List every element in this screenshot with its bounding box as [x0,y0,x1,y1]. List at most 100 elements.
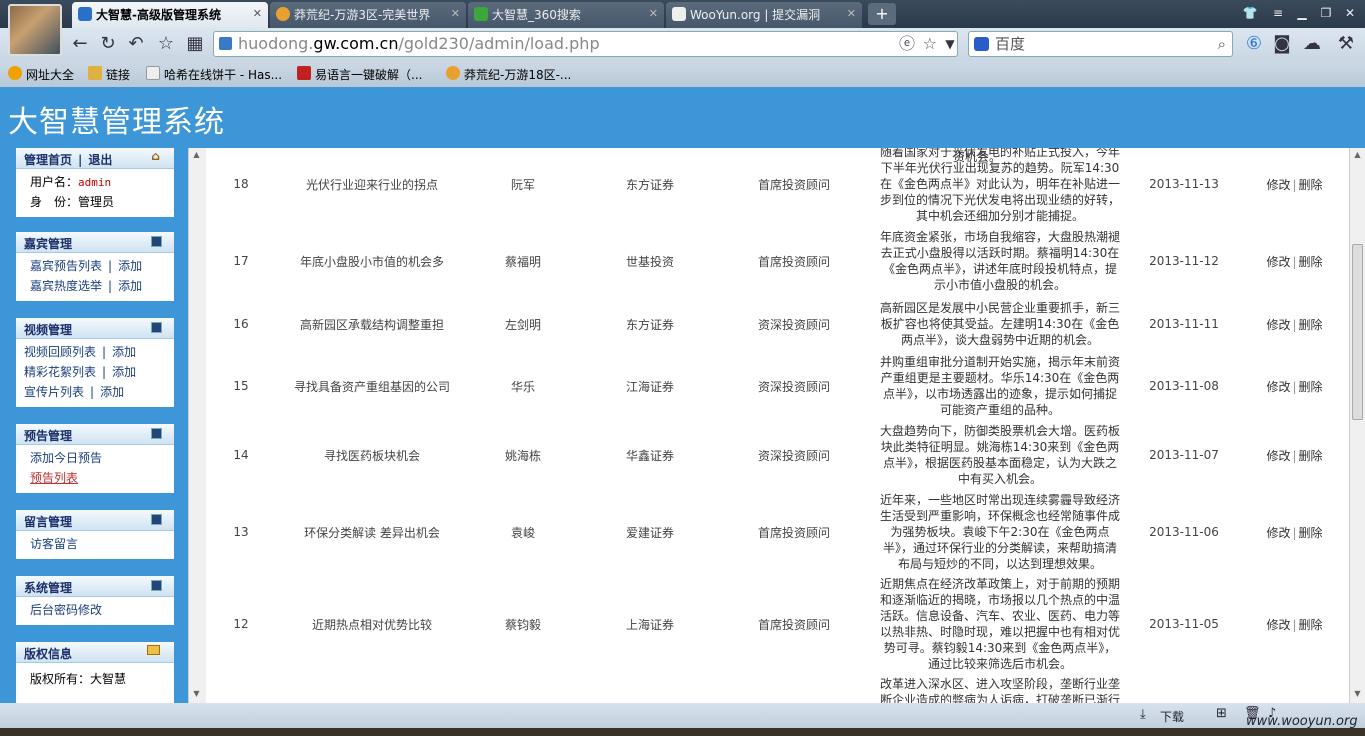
highlights-link[interactable]: 精彩花絮列表 [24,365,96,379]
scroll-thumb[interactable] [1352,244,1363,420]
url-domain: gw.com.cn [313,34,399,53]
edit-link[interactable]: 修改 [1266,318,1290,332]
bookmark-item[interactable]: 莽荒纪-万游18区-... [446,66,571,83]
close-icon[interactable]: ✕ [451,7,460,20]
user-avatar[interactable] [8,4,62,56]
back-icon[interactable]: ← [68,32,92,56]
new-tab-button[interactable]: + [868,3,896,25]
tab-admin[interactable]: 大智慧-高级版管理系统 ✕ [72,2,268,28]
row-date: 2013-11-04 [1128,674,1240,703]
refresh-icon[interactable]: ↻ [96,32,120,56]
system-panel: 系统管理 后台密码修改 [16,576,174,625]
add-preview-link[interactable]: 添加今日预告 [30,451,102,465]
home-link[interactable]: 管理首页 [24,153,72,167]
delete-link[interactable]: 删除 [1299,449,1323,463]
scroll-down-icon[interactable]: ▼ [191,689,202,701]
sidebar-item-password: 后台密码修改 [16,600,174,620]
apps-grid-icon[interactable]: ▦ [183,32,207,56]
tab-game[interactable]: 莽荒纪-万游3区-完美世界 ✕ [270,2,466,28]
tab-title: 大智慧_360搜索 [492,8,581,22]
tab-search[interactable]: 大智慧_360搜索 ✕ [468,2,664,28]
delete-link[interactable]: 删除 [1299,318,1323,332]
chevron-down-icon[interactable]: ▼ [938,32,962,56]
add-link[interactable]: 添加 [118,259,142,273]
panel-title: 嘉宾管理 [16,232,174,253]
row-description: 随着国家对于光伏发电的补贴正式投入，今年下半年光伏行业出现复苏的趋势。阮军14:… [880,148,1121,223]
close-icon[interactable]: ✕ [253,7,262,20]
shirt-icon[interactable]: 👕 [1238,3,1262,23]
row-actions: 修改|删除 [1266,379,1323,394]
sidebar-item-guest-list: 嘉宾预告列表 | 添加 [30,259,143,273]
camera-icon[interactable]: ◙ [1270,32,1294,56]
scroll-down-icon[interactable]: ▼ [1352,689,1363,701]
address-bar[interactable]: huodong.gw.com.cn/gold230/admin/load.php… [213,31,958,57]
ie-mode-icon[interactable]: ⓔ [899,32,915,56]
video-panel: 视频管理 视频回顾列表 | 添加 精彩花絮列表 | 添加 宣传片列表 | 添加 [16,318,174,407]
bookmark-item[interactable]: 哈希在线饼干 - Has... [146,66,282,83]
plus-icon [8,66,22,80]
page-title: 大智慧管理系统 [0,87,1365,148]
delete-link[interactable]: 删除 [1299,526,1323,540]
delete-link[interactable]: 删除 [1299,618,1323,632]
os-taskbar [0,728,1365,736]
cloud-icon[interactable]: ☁ [1300,32,1324,56]
close-icon[interactable]: ✕ [649,7,658,20]
sidebar-scrollbar[interactable]: ▲ ▼ [188,148,206,703]
close-icon[interactable]: ✕ [847,7,856,20]
tab-wooyun[interactable]: WooYun.org | 提交漏洞 ✕ [666,2,862,28]
edit-link[interactable]: 修改 [1266,449,1290,463]
safety-icon[interactable]: ⑥ [1242,32,1266,56]
download-label[interactable]: 下载 [1160,708,1184,725]
visitor-messages-link[interactable]: 访客留言 [30,537,78,551]
guest-vote-link[interactable]: 嘉宾热度选举 [30,279,102,293]
tools-icon[interactable]: ⚒ [1334,32,1358,56]
browser-navbar: ← ↻ ↶ ☆ ▦ huodong.gw.com.cn/gold230/admi… [0,28,1365,61]
row-guest: 姚海栋 [504,448,541,463]
delete-link[interactable]: 删除 [1299,255,1323,269]
edit-link[interactable]: 修改 [1266,526,1290,540]
change-password-link[interactable]: 后台密码修改 [30,603,102,617]
bookmark-item[interactable]: 易语言一键破解（... [297,66,422,83]
menu-icon[interactable]: ≡ [1266,3,1290,23]
row-date: 2013-11-07 [1149,448,1219,462]
close-window-icon[interactable]: ✕ [1338,3,1362,23]
row-guest: 蔡福明 [504,254,541,269]
scroll-up-icon[interactable]: ▲ [191,150,202,162]
download-icon[interactable]: ⤓ [1140,707,1146,722]
edit-link[interactable]: 修改 [1266,618,1290,632]
search-input[interactable]: 百度 ⌕ [968,31,1233,57]
add-link[interactable]: 添加 [118,279,142,293]
row-company: 世基投资 [625,254,674,269]
content-scrollbar[interactable]: ▲ ▼ [1349,148,1365,703]
maximize-icon[interactable]: ❐ [1314,3,1338,23]
favorite-icon[interactable]: ☆ [923,32,937,56]
star-icon[interactable]: ☆ [154,32,178,56]
separator: | [78,153,83,167]
home-panel: 管理首页 | 退出 ⌂ 用户名：admin 身 份：管理员 [16,148,174,217]
guest-preview-link[interactable]: 嘉宾预告列表 [30,259,102,273]
preview-list-link[interactable]: 预告列表 [30,471,78,485]
edit-link[interactable]: 修改 [1266,255,1290,269]
row-actions: 修改|删除 [1266,525,1323,540]
web-page: 大智慧管理系统 管理首页 | 退出 ⌂ 用户名：admin 身 份：管理员 嘉宾管理… [0,87,1365,703]
promo-link[interactable]: 宣传片列表 [24,385,84,399]
delete-link[interactable]: 删除 [1299,178,1323,192]
search-icon[interactable]: ⌕ [1218,32,1226,56]
edit-link[interactable]: 修改 [1266,380,1290,394]
add-link[interactable]: 添加 [100,385,124,399]
scroll-up-icon[interactable]: ▲ [1352,150,1363,162]
video-review-link[interactable]: 视频回顾列表 [24,345,96,359]
undo-icon[interactable]: ↶ [124,32,148,56]
add-link[interactable]: 添加 [112,365,136,379]
minimize-icon[interactable]: ▁ [1290,3,1314,23]
bookmark-item[interactable]: 网址大全 [8,66,74,83]
table-row: 11关注垄断行业改革郭峰东北证券首席投资顾问改革进入深水区、进入攻坚阶段，垄断行… [206,674,1349,703]
table-row: 17 年底小盘股小市值的机会多 蔡福明 世基投资 首席投资顾问 年底资金紧张，市场自我缩容… [206,226,1349,296]
logout-link[interactable]: 退出 [88,153,112,167]
window-icon[interactable]: ⊞ [1216,706,1227,721]
bookmark-item[interactable]: 链接 [88,66,130,83]
panel-title: 版权信息 [16,642,174,663]
add-link[interactable]: 添加 [112,345,136,359]
delete-link[interactable]: 删除 [1299,380,1323,394]
edit-link[interactable]: 修改 [1266,178,1290,192]
